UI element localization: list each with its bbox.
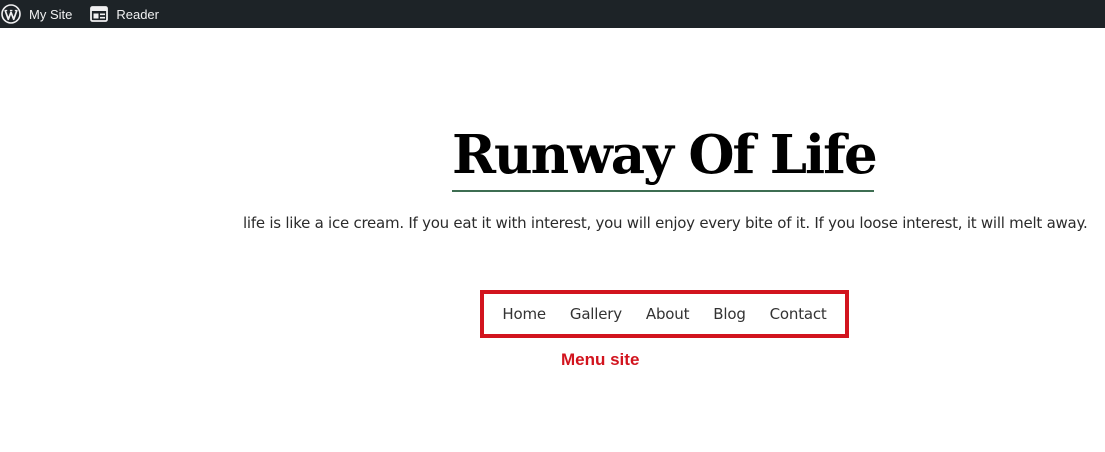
my-site-button[interactable]: My Site [0,0,72,28]
site-title-link[interactable]: Runway Of Life [452,122,878,192]
admin-bar: My Site Reader [0,0,1105,28]
menu-item-home[interactable]: Home [490,299,558,329]
menu-item-about[interactable]: About [634,299,701,329]
reader-button[interactable]: Reader [90,0,159,28]
menu-item-contact[interactable]: Contact [758,299,839,329]
menu-item-gallery[interactable]: Gallery [558,299,634,329]
annotation-label: Menu site [561,350,640,369]
primary-menu: Home Gallery About Blog Contact [484,294,845,334]
reader-icon [90,6,109,22]
my-site-label: My Site [29,6,73,22]
menu-item-blog[interactable]: Blog [701,299,757,329]
wordpress-logo-icon [1,4,21,24]
site-tagline: life is like a ice cream. If you eat it … [243,214,1088,232]
reader-label: Reader [116,6,159,22]
